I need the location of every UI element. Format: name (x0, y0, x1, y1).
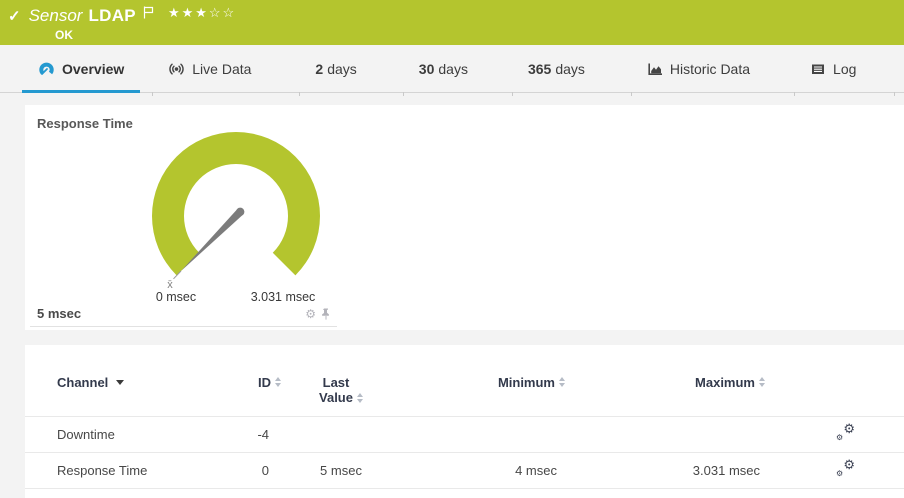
gauge-chart: x̄ 0 msec 3.031 msec (30, 105, 337, 305)
channel-last-value: 5 msec (281, 453, 401, 489)
table-row-downtime: Downtime -4 ⚙ ⚙ (25, 417, 904, 453)
channel-settings-gears-icon[interactable]: ⚙ ⚙ (835, 425, 855, 442)
sort-desc-caret-icon (116, 380, 124, 385)
channel-settings-gears-icon[interactable]: ⚙ ⚙ (835, 461, 855, 478)
tab-label: Log (833, 61, 856, 77)
gauge-arc (152, 132, 320, 275)
response-time-gauge-widget: x̄ 0 msec 3.031 msec 5 msec ⚙ (30, 105, 337, 327)
sensor-type-label: Sensor (29, 6, 83, 26)
channel-minimum: 4 msec (401, 453, 601, 489)
tab-label: days (555, 61, 585, 77)
tab-365-days[interactable]: 365 days (512, 45, 601, 92)
tab-live-data[interactable]: Live Data (152, 45, 267, 92)
table-header-row: Channel ID Last (25, 375, 904, 417)
sensor-tabbar: Overview Live Data 2 days 30 days 365 da… (0, 45, 904, 93)
response-time-panel: Response Time x̄ 0 msec 3.031 msec 5 mse… (25, 105, 904, 330)
sort-toggle-icon (559, 377, 565, 387)
sensor-status-text: OK (55, 28, 904, 42)
tab-label: days (327, 61, 357, 77)
tab-label: days (438, 61, 468, 77)
gauge-needle (181, 209, 243, 271)
tab-label: Overview (62, 61, 124, 77)
channels-table: Channel ID Last (25, 375, 904, 489)
tab-30-days[interactable]: 30 days (403, 45, 484, 92)
broadcast-icon (168, 60, 185, 77)
tab-2-days[interactable]: 2 days (299, 45, 372, 92)
sort-toggle-icon (357, 393, 363, 403)
channel-id: -4 (233, 417, 281, 453)
tab-number: 365 (528, 61, 551, 77)
column-header-last-value[interactable]: Last Value (281, 375, 401, 417)
tab-historic-data[interactable]: Historic Data (631, 45, 766, 92)
gauge-max-label: 3.031 msec (251, 290, 316, 304)
column-header-maximum[interactable]: Maximum (601, 375, 801, 417)
channel-minimum (401, 417, 601, 453)
channel-name: Downtime (25, 417, 233, 453)
sensor-header: ✓ Sensor LDAP ★★★☆☆ OK (0, 0, 904, 45)
log-icon (810, 61, 826, 77)
table-row-response-time: Response Time 0 5 msec 4 msec 3.031 msec… (25, 453, 904, 489)
area-chart-icon (647, 61, 663, 77)
flag-icon[interactable] (143, 6, 154, 19)
channel-last-value (281, 417, 401, 453)
tab-label: Historic Data (670, 61, 750, 77)
status-check-icon: ✓ (8, 9, 21, 24)
widget-settings-gear-icon[interactable]: ⚙ (305, 308, 316, 320)
tab-number: 30 (419, 61, 435, 77)
tab-settings[interactable]: ⚙ Settings (894, 45, 904, 92)
overview-content: Response Time x̄ 0 msec 3.031 msec 5 mse… (0, 93, 904, 498)
channel-name: Response Time (25, 453, 233, 489)
pin-icon[interactable] (321, 308, 331, 320)
channel-maximum (601, 417, 801, 453)
tab-number: 2 (315, 61, 323, 77)
column-header-minimum[interactable]: Minimum (401, 375, 601, 417)
sort-toggle-icon (275, 377, 281, 387)
sort-toggle-icon (759, 377, 765, 387)
column-header-channel[interactable]: Channel (25, 375, 233, 417)
gauge-min-label: 0 msec (156, 290, 196, 304)
channel-maximum: 3.031 msec (601, 453, 801, 489)
priority-stars[interactable]: ★★★☆☆ (168, 5, 236, 21)
tab-overview[interactable]: Overview (22, 45, 140, 92)
channel-id: 0 (233, 453, 281, 489)
gauge-icon (38, 60, 55, 77)
column-header-id[interactable]: ID (233, 375, 281, 417)
column-header-actions (801, 375, 904, 417)
sensor-name: LDAP (88, 6, 135, 26)
channels-table-panel: Channel ID Last (25, 345, 904, 498)
tab-label: Live Data (192, 61, 251, 77)
tab-log[interactable]: Log (794, 45, 872, 92)
current-value: 5 msec (37, 306, 81, 321)
